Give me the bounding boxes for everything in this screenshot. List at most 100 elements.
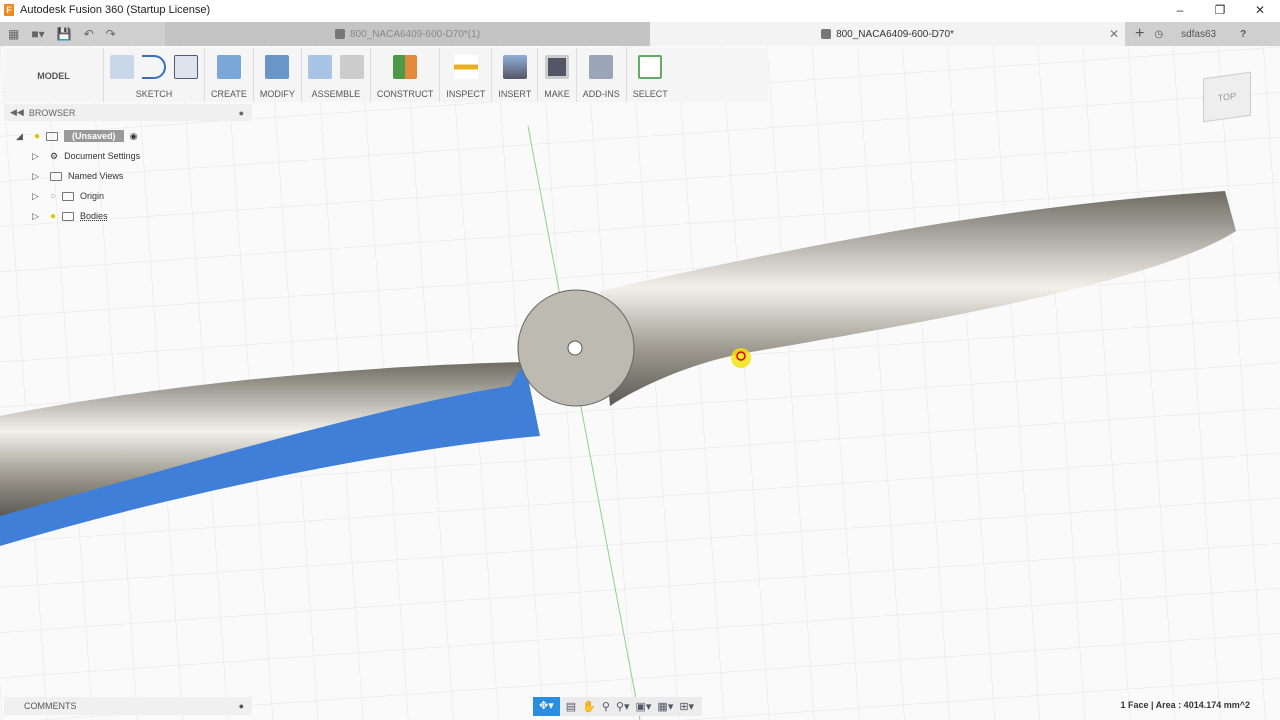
help-icon[interactable]: ? — [1240, 29, 1246, 40]
visibility-bulb-icon[interactable]: ● — [50, 211, 56, 222]
tab-bar: ▦ ■▾ 💾 ↶ ↷ 800_NACA6409-600-D70*(1) 800_… — [0, 22, 1280, 46]
root-label: (Unsaved) — [64, 130, 124, 142]
collapse-icon[interactable]: ◢ — [16, 131, 28, 142]
toolbar-group-modify[interactable]: MODIFY — [254, 48, 302, 102]
tab-document-2[interactable]: 800_NACA6409-600-D70* ✕ — [650, 22, 1125, 46]
toolbar-group-create[interactable]: CREATE — [205, 48, 254, 102]
workspace-label: MODEL — [37, 70, 70, 81]
view-cube[interactable]: TOP — [1203, 71, 1251, 123]
joint-icon[interactable] — [339, 55, 364, 79]
browser-tree: ◢ ● (Unsaved) ◉ ▷ ⚙ Document Settings ▷ Named … — [16, 126, 140, 226]
offset-plane-icon[interactable] — [393, 55, 418, 79]
component-icon — [821, 29, 832, 39]
fusion-logo-icon: F — [4, 4, 14, 16]
tree-label: Origin — [80, 191, 105, 201]
title-bar: F Autodesk Fusion 360 (Startup License) … — [0, 0, 1280, 20]
zoom-icon[interactable]: ⚲ — [602, 700, 610, 713]
view-cube-label: TOP — [1217, 90, 1237, 104]
select-icon[interactable] — [638, 55, 663, 79]
file-menu-icon[interactable]: ■▾ — [31, 27, 44, 41]
pan-icon[interactable]: ✋ — [582, 700, 596, 713]
window-title: Autodesk Fusion 360 (Startup License) — [20, 4, 211, 16]
selection-status: 1 Face | Area : 4014.174 mm^2 — [1120, 700, 1250, 710]
group-label: INSPECT — [446, 89, 486, 99]
group-label: ADD-INS — [582, 89, 620, 99]
gear-icon: ⚙ — [50, 150, 59, 161]
restore-button[interactable]: ❐ — [1200, 0, 1240, 20]
group-label: SELECT — [632, 89, 668, 99]
press-pull-icon[interactable] — [265, 55, 290, 79]
tab-label: 800_NACA6409-600-D70* — [836, 28, 954, 40]
activate-radio-icon[interactable]: ◉ — [130, 131, 138, 142]
tree-label: Named Views — [68, 171, 124, 181]
workspace-switcher[interactable]: MODEL — [4, 48, 104, 102]
tree-label: Bodies — [80, 211, 108, 221]
tree-item-document-settings[interactable]: ▷ ⚙ Document Settings — [16, 146, 140, 166]
look-at-icon[interactable]: ▤ — [566, 700, 576, 713]
toolbar-group-select[interactable]: SELECT — [627, 48, 674, 102]
model-canvas — [0, 46, 1280, 720]
viewports-icon[interactable]: ⊞▾ — [679, 700, 694, 713]
toolbar-group-insert[interactable]: INSERT — [492, 48, 539, 102]
comments-label: COMMENTS — [24, 701, 77, 711]
extrude-icon[interactable] — [216, 55, 241, 79]
arc-icon[interactable] — [142, 55, 166, 79]
tab-document-1[interactable]: 800_NACA6409-600-D70*(1) — [165, 22, 650, 46]
display-settings-icon[interactable]: ▣▾ — [636, 700, 652, 713]
toolbar-group-make[interactable]: MAKE — [538, 48, 577, 102]
browser-pin-icon[interactable]: ● — [239, 108, 244, 118]
browser-title: BROWSER — [28, 107, 76, 118]
toolbar-group-construct[interactable]: CONSTRUCT — [371, 48, 441, 102]
create-sketch-icon[interactable] — [110, 55, 134, 79]
3d-print-icon[interactable] — [544, 55, 569, 79]
user-name[interactable]: sdfas63 — [1181, 29, 1216, 40]
tab-label: 800_NACA6409-600-D70*(1) — [349, 28, 481, 40]
tree-item-bodies[interactable]: ▷ ● Bodies — [16, 206, 140, 226]
group-label: MODIFY — [259, 89, 295, 99]
document-icon — [46, 131, 59, 141]
undo-icon[interactable]: ↶ — [84, 27, 94, 41]
insert-image-icon[interactable] — [502, 55, 527, 79]
scripts-icon[interactable] — [589, 55, 614, 79]
comments-panel[interactable]: COMMENTS ● — [4, 697, 252, 715]
canvas-viewport[interactable] — [0, 46, 1280, 720]
tree-item-origin[interactable]: ▷ ○ Origin — [16, 186, 140, 206]
center-hole — [567, 340, 583, 356]
new-component-icon[interactable] — [307, 55, 332, 79]
apps-grid-icon[interactable]: ▦ — [8, 27, 19, 41]
new-tab-icon[interactable]: + — [1135, 25, 1144, 43]
cursor-highlight — [731, 348, 751, 368]
tree-root[interactable]: ◢ ● (Unsaved) ◉ — [16, 126, 140, 146]
fit-icon[interactable]: ⚲▾ — [616, 700, 630, 713]
expand-icon[interactable]: ▷ — [32, 151, 44, 162]
redo-icon[interactable]: ↷ — [106, 27, 116, 41]
tree-item-named-views[interactable]: ▷ Named Views — [16, 166, 140, 186]
rectangle-icon[interactable] — [174, 55, 198, 79]
orbit-icon[interactable]: ✥▾ — [533, 697, 560, 716]
group-label: MAKE — [544, 89, 570, 99]
toolbar-group-sketch[interactable]: SKETCH — [104, 48, 205, 102]
visibility-bulb-icon[interactable]: ○ — [50, 191, 56, 202]
group-label: CONSTRUCT — [376, 89, 434, 99]
toolbar-group-assemble[interactable]: ASSEMBLE — [302, 48, 371, 102]
group-label: CREATE — [211, 89, 247, 99]
save-icon[interactable]: 💾 — [57, 27, 72, 41]
visibility-bulb-icon[interactable]: ● — [34, 131, 40, 142]
expand-icon[interactable]: ▷ — [32, 171, 44, 182]
close-button[interactable]: ✕ — [1240, 0, 1280, 20]
navigation-bar: ✥▾ ▤ ✋ ⚲ ⚲▾ ▣▾ ▦▾ ⊞▾ — [533, 697, 703, 716]
group-label: ASSEMBLE — [311, 89, 361, 99]
toolbar-group-add-ins[interactable]: ADD-INS — [577, 48, 627, 102]
expand-icon[interactable]: ▷ — [32, 191, 44, 202]
minimize-button[interactable]: – — [1160, 0, 1200, 20]
comments-add-icon[interactable]: ● — [239, 701, 244, 711]
grid-settings-icon[interactable]: ▦▾ — [657, 700, 673, 713]
browser-panel-header[interactable]: ◀◀ BROWSER ● — [4, 104, 252, 121]
folder-icon — [50, 171, 62, 181]
measure-icon[interactable] — [453, 55, 478, 79]
group-label: INSERT — [498, 89, 532, 99]
job-status-icon[interactable]: ◷ — [1154, 29, 1163, 40]
expand-icon[interactable]: ▷ — [32, 211, 44, 222]
toolbar-group-inspect[interactable]: INSPECT — [440, 48, 493, 102]
close-tab-icon[interactable]: ✕ — [1109, 27, 1119, 41]
